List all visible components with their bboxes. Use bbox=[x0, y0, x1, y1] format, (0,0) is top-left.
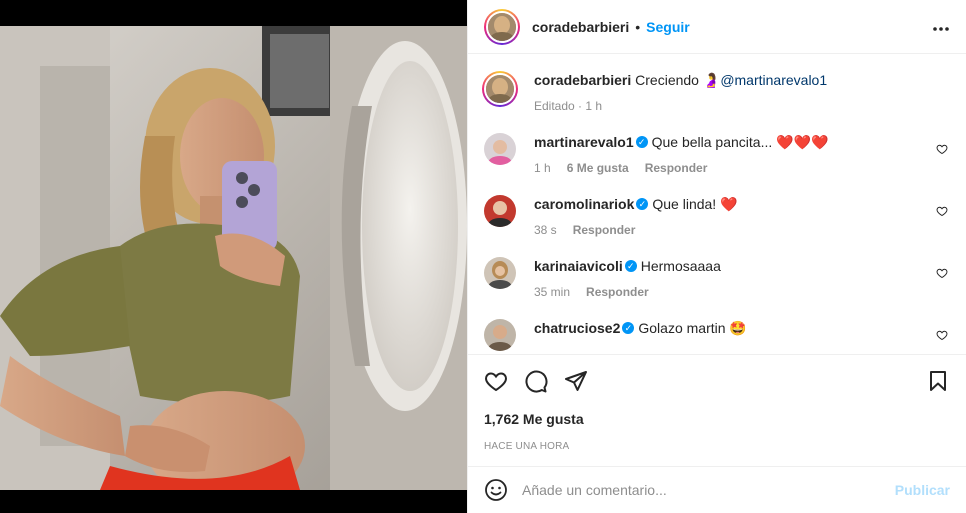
author-avatar[interactable] bbox=[486, 10, 518, 43]
heart-icon[interactable] bbox=[936, 143, 948, 155]
post-photo[interactable] bbox=[0, 26, 467, 490]
avatar-image bbox=[484, 319, 516, 351]
avatar-image bbox=[484, 133, 516, 165]
author-username[interactable]: coradebarbieri bbox=[532, 19, 629, 35]
caption-time: Editado · 1 h bbox=[534, 99, 603, 113]
comment-meta: 35 min Responder bbox=[534, 283, 950, 301]
caption-row: coradebarbieri Creciendo 🤰@martinarevalo… bbox=[482, 71, 950, 115]
follow-button[interactable]: Seguir bbox=[646, 19, 690, 35]
likes-count[interactable]: 1,762 Me gusta bbox=[484, 411, 950, 427]
comment-text: Que linda! ❤️ bbox=[652, 196, 738, 212]
verified-icon: ✓ bbox=[624, 260, 637, 273]
bookmark-icon[interactable] bbox=[926, 369, 950, 393]
post-timestamp[interactable]: HACE UNA HORA bbox=[484, 441, 950, 452]
caption-avatar[interactable] bbox=[482, 71, 518, 107]
comment-row: caromolinariok ✓ Que linda! ❤️ 38 s Respon… bbox=[484, 195, 950, 239]
comment-text: Golazo martin 🤩 bbox=[638, 320, 747, 336]
caption-username[interactable]: coradebarbieri bbox=[534, 72, 631, 88]
comment-row: chatruciose2 ✓ Golazo martin 🤩 bbox=[484, 319, 950, 351]
comment-username[interactable]: caromolinariok bbox=[534, 196, 634, 212]
share-icon[interactable] bbox=[564, 369, 588, 393]
comment-meta: 38 s Responder bbox=[534, 221, 950, 239]
comment-time: 38 s bbox=[534, 223, 557, 237]
heart-icon[interactable] bbox=[936, 205, 948, 217]
comment-row: karinaiavicoli ✓ Hermosaaaa 35 min Respond… bbox=[484, 257, 950, 301]
post-media[interactable] bbox=[0, 0, 467, 513]
comment-body: martinarevalo1 ✓ Que bella pancita... ❤️❤️… bbox=[534, 133, 950, 177]
avatar-image bbox=[484, 195, 516, 227]
heart-icon[interactable] bbox=[936, 329, 948, 341]
caption-text: Creciendo bbox=[635, 72, 699, 88]
comment-meta: 1 h 6 Me gusta Responder bbox=[534, 159, 950, 177]
add-comment-bar: Publicar bbox=[468, 466, 966, 513]
verified-icon: ✓ bbox=[636, 198, 649, 211]
action-icons bbox=[484, 367, 950, 395]
comment-username[interactable]: karinaiavicoli bbox=[534, 258, 623, 274]
comment-icon[interactable] bbox=[524, 369, 548, 393]
commenter-avatar[interactable] bbox=[484, 195, 516, 227]
comment-likes[interactable]: 6 Me gusta bbox=[567, 159, 629, 177]
avatar-image bbox=[484, 257, 516, 289]
comment-body: karinaiavicoli ✓ Hermosaaaa 35 min Respond… bbox=[534, 257, 950, 301]
separator-dot: • bbox=[635, 18, 641, 35]
caption-body: coradebarbieri Creciendo 🤰@martinarevalo… bbox=[534, 71, 950, 115]
comment-row: martinarevalo1 ✓ Que bella pancita... ❤️❤️… bbox=[484, 133, 950, 177]
post-actions: 1,762 Me gusta HACE UNA HORA bbox=[468, 354, 966, 452]
comment-body: caromolinariok ✓ Que linda! ❤️ 38 s Respon… bbox=[534, 195, 950, 239]
commenter-avatar[interactable] bbox=[484, 257, 516, 289]
comment-time: 35 min bbox=[534, 285, 571, 299]
comment-username[interactable]: chatruciose2 bbox=[534, 320, 620, 336]
photo-illustration bbox=[0, 26, 467, 490]
avatar-image bbox=[488, 12, 516, 41]
comment-input[interactable] bbox=[522, 482, 895, 498]
heart-icon[interactable] bbox=[484, 369, 508, 393]
commenter-avatar[interactable] bbox=[484, 319, 516, 351]
emoji-icon[interactable] bbox=[484, 478, 508, 502]
reply-button[interactable]: Responder bbox=[573, 221, 636, 239]
caption-emoji: 🤰 bbox=[702, 72, 721, 88]
comment-text: Hermosaaaa bbox=[640, 258, 721, 274]
comment-body: chatruciose2 ✓ Golazo martin 🤩 bbox=[534, 319, 950, 351]
commenter-avatar[interactable] bbox=[484, 133, 516, 165]
more-icon[interactable] bbox=[932, 16, 950, 37]
reply-button[interactable]: Responder bbox=[645, 159, 708, 177]
reply-button[interactable]: Responder bbox=[586, 283, 649, 301]
publish-button[interactable]: Publicar bbox=[895, 482, 950, 498]
comment-text: Que bella pancita... ❤️❤️❤️ bbox=[651, 134, 829, 150]
comment-time: 1 h bbox=[534, 161, 551, 175]
post-header: coradebarbieri • Seguir bbox=[468, 0, 966, 54]
comments-list[interactable]: coradebarbieri Creciendo 🤰@martinarevalo… bbox=[468, 55, 966, 354]
caption-meta: Editado · 1 h bbox=[534, 97, 950, 115]
verified-icon: ✓ bbox=[622, 322, 635, 335]
author-avatar-ring[interactable] bbox=[484, 8, 520, 45]
post-dialog: coradebarbieri • Seguir coradebarbieri C… bbox=[0, 0, 966, 513]
heart-icon[interactable] bbox=[936, 267, 948, 279]
avatar-image bbox=[486, 75, 514, 103]
caption-mention[interactable]: @martinarevalo1 bbox=[720, 72, 827, 88]
post-panel: coradebarbieri • Seguir coradebarbieri C… bbox=[467, 0, 966, 513]
verified-icon: ✓ bbox=[635, 136, 648, 149]
more-icon-graphic bbox=[933, 27, 949, 31]
comment-username[interactable]: martinarevalo1 bbox=[534, 134, 634, 150]
